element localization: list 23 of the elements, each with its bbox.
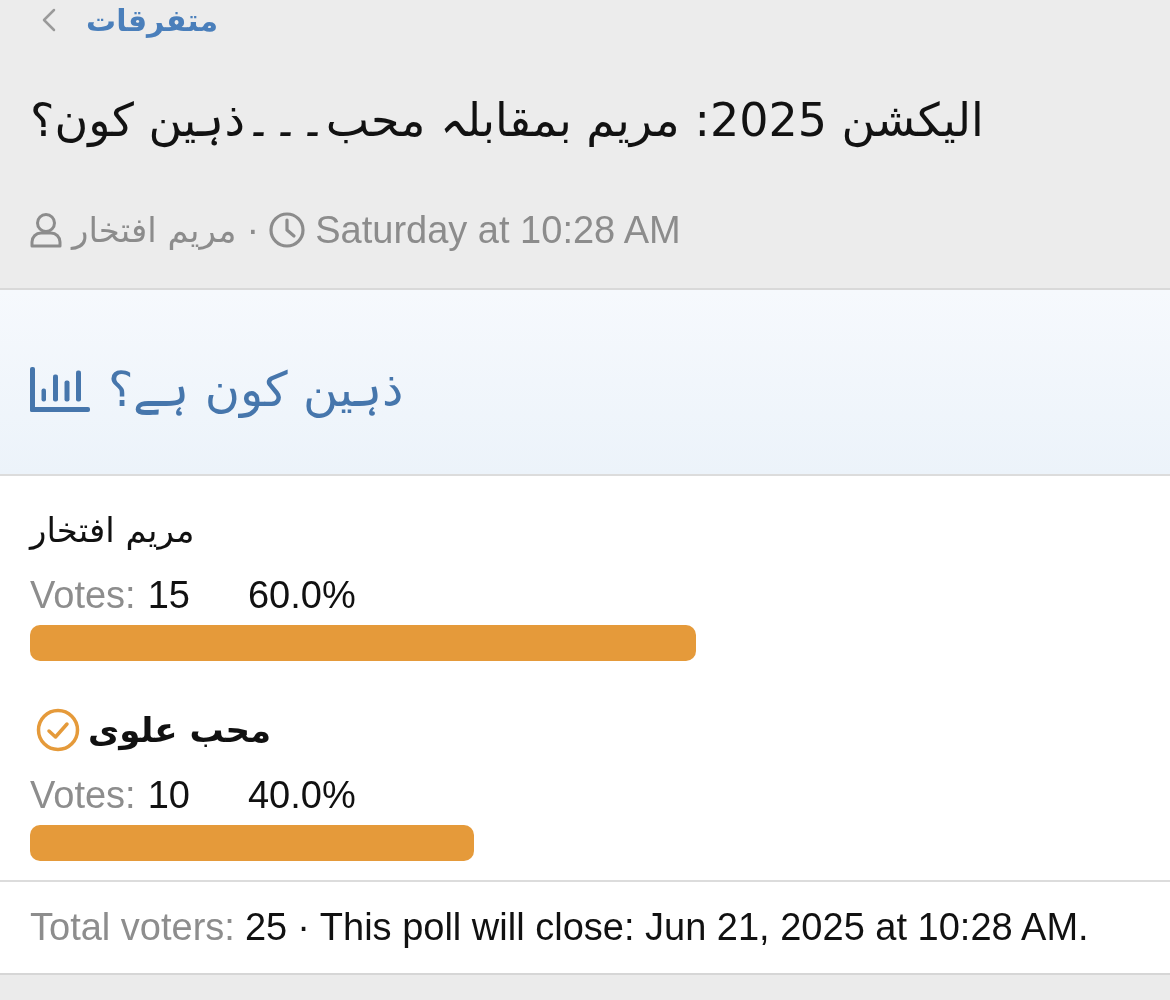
vote-count: 10	[147, 773, 190, 817]
option-name: مریم افتخار	[30, 510, 195, 550]
option-name: محب علوی	[88, 710, 271, 750]
poll-title: ذہین کون ہے؟	[108, 361, 404, 417]
vote-percentage: 60.0%	[247, 573, 356, 617]
user-icon	[30, 212, 62, 248]
breadcrumb-link[interactable]: متفرقات	[42, 0, 219, 40]
poll-close-text: This poll will close: Jun 21, 2025 at 10:28 AM.	[319, 906, 1089, 949]
post-date[interactable]: Saturday at 10:28 AM	[315, 208, 681, 252]
thread-title: الیکشن 2025: مریم بمقابلہ محب۔۔۔ذہین کون؟	[30, 92, 984, 150]
separator-text: ·	[246, 208, 260, 252]
vote-count: 15	[147, 573, 190, 617]
author-name[interactable]: مریم افتخار	[72, 210, 237, 250]
separator-text: ·	[297, 906, 310, 949]
chevron-left-icon	[42, 8, 56, 32]
check-circle-icon	[36, 708, 80, 752]
vote-percentage: 40.0%	[247, 773, 356, 817]
total-voters-label: Total voters:	[30, 906, 235, 949]
votes-label: Votes:	[30, 773, 136, 817]
clock-icon	[269, 212, 306, 248]
total-voters-count: 25	[244, 906, 288, 949]
bar-chart-icon[interactable]	[30, 366, 90, 412]
votes-label: Votes:	[30, 573, 136, 617]
